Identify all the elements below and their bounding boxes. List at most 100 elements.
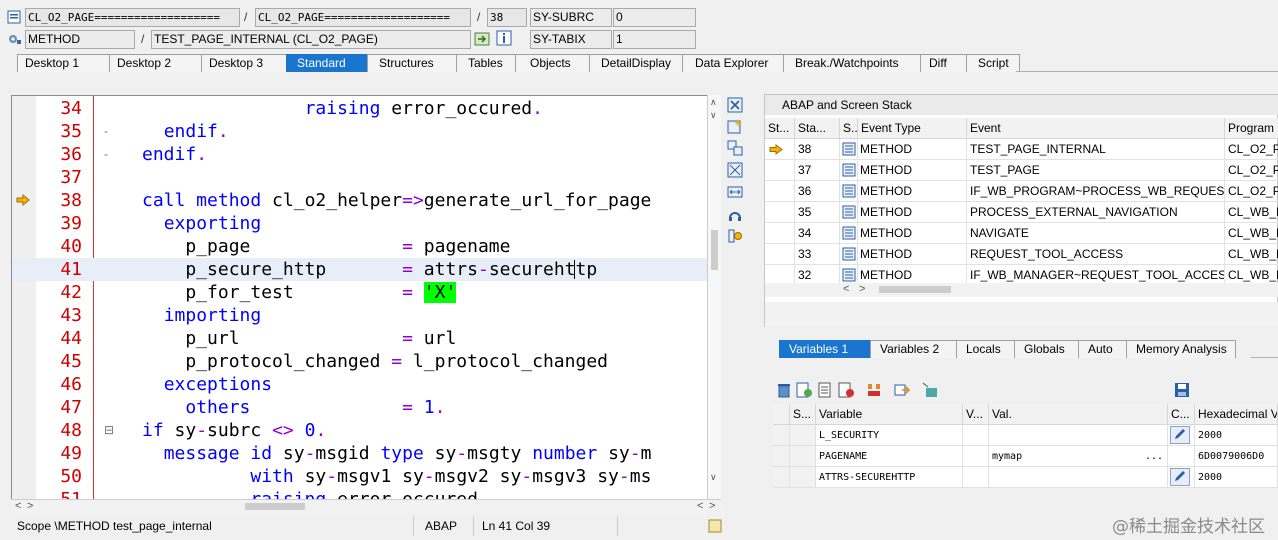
stack-program-cell[interactable]: CL_O2_PA: [1225, 160, 1278, 181]
scroll-right-icon[interactable]: >: [859, 283, 865, 295]
code-text[interactable]: endif.: [142, 120, 229, 143]
stack-program-cell[interactable]: CL_O2_PA: [1225, 181, 1278, 202]
stack-column-header[interactable]: Program: [1225, 118, 1278, 139]
variable-name-cell[interactable]: L_SECURITY: [816, 425, 963, 446]
fold-line-icon[interactable]: -: [104, 124, 108, 138]
code-line[interactable]: 48 if sy-subrc <> 0.: [12, 419, 712, 442]
variable-status-cell[interactable]: [790, 446, 816, 467]
code-text[interactable]: exporting: [142, 212, 262, 235]
variable-value-cell[interactable]: mymap...: [989, 446, 1168, 467]
scroll-left-icon[interactable]: <: [843, 283, 849, 295]
stack-event-cell[interactable]: NAVIGATE: [967, 223, 1225, 244]
variable-row-selector[interactable]: [773, 467, 790, 488]
tab-script[interactable]: Script: [966, 54, 1020, 72]
stack-column-header[interactable]: St...: [765, 118, 795, 139]
expand-icon[interactable]: [866, 382, 882, 398]
variable-name-cell[interactable]: ATTRS-SECUREHTTP: [816, 467, 963, 488]
code-text[interactable]: raising error_occured.: [142, 97, 543, 120]
fullscreen-tool-icon[interactable]: [727, 184, 743, 200]
swap-tool-icon[interactable]: [727, 140, 743, 156]
stack-row-marker[interactable]: [765, 139, 795, 160]
vertical-scroll-thumb[interactable]: [711, 230, 718, 270]
scroll-left-icon[interactable]: <: [15, 500, 21, 512]
change-value-cell[interactable]: [1168, 446, 1195, 467]
code-line[interactable]: 36 endif.: [12, 143, 712, 166]
scroll-right-icon[interactable]: >: [27, 500, 33, 512]
variable-value-cell[interactable]: [989, 425, 1168, 446]
stack-event-cell[interactable]: TEST_PAGE_INTERNAL: [967, 139, 1225, 160]
editor-horizontal-scrollbar[interactable]: < > < >: [11, 499, 721, 513]
code-text[interactable]: p_for_test = 'X': [142, 281, 457, 304]
variable-row-selector[interactable]: [773, 425, 790, 446]
variable-value-cell[interactable]: [989, 467, 1168, 488]
variable-hex-cell[interactable]: 6D0079006D0: [1195, 446, 1278, 467]
stack-event-type-cell[interactable]: METHOD: [842, 160, 967, 181]
tab-desktop-1[interactable]: Desktop 1: [17, 54, 110, 72]
variables-column-header[interactable]: Hexadecimal V: [1195, 404, 1278, 425]
new-tool-icon[interactable]: [727, 118, 743, 134]
stack-event-type-cell[interactable]: METHOD: [842, 181, 967, 202]
stack-row-marker[interactable]: [765, 202, 795, 223]
program-field[interactable]: CL_O2_PAGE===================: [25, 8, 240, 27]
code-text[interactable]: p_page = pagename: [142, 235, 510, 258]
code-line[interactable]: 42 p_for_test = 'X': [12, 281, 712, 304]
code-line[interactable]: 44 p_url = url: [12, 327, 712, 350]
tab-locals[interactable]: Locals: [956, 340, 1015, 358]
delete-icon[interactable]: [776, 382, 792, 398]
resize-icon[interactable]: [708, 519, 722, 533]
export-icon[interactable]: [894, 382, 910, 398]
stack-level-cell[interactable]: 37: [795, 160, 840, 181]
editor-vertical-scrollbar[interactable]: ∧ ∨ ∨: [707, 95, 721, 500]
code-line[interactable]: 46 exceptions: [12, 373, 712, 396]
code-text[interactable]: call method cl_o2_helper=>generate_url_f…: [142, 189, 651, 212]
save-icon[interactable]: [1174, 382, 1190, 398]
variable-status-cell[interactable]: [790, 425, 816, 446]
navigate-icon[interactable]: [474, 31, 490, 47]
stack-column-header[interactable]: S...: [840, 118, 858, 139]
code-text[interactable]: message id sy-msgid type sy-msgty number…: [142, 442, 652, 465]
fold-line-icon[interactable]: -: [104, 147, 108, 161]
code-text[interactable]: others = 1.: [142, 396, 445, 419]
stack-event-type-cell[interactable]: METHOD: [842, 244, 967, 265]
tab-desktop-3[interactable]: Desktop 3: [201, 54, 287, 72]
variable-hex-cell[interactable]: 2000: [1195, 467, 1278, 488]
code-line[interactable]: 34 raising error_occured.: [12, 97, 712, 120]
stack-row-marker[interactable]: [765, 244, 795, 265]
variables-column-header[interactable]: V...: [963, 404, 989, 425]
variable-name-cell[interactable]: PAGENAME: [816, 446, 963, 467]
stack-level-cell[interactable]: 36: [795, 181, 840, 202]
info-icon[interactable]: [496, 30, 512, 46]
variables-column-header[interactable]: [773, 404, 790, 425]
variable-row-selector[interactable]: [773, 446, 790, 467]
variable-type-cell[interactable]: [963, 467, 989, 488]
scroll-bottom-icon[interactable]: ∨: [710, 472, 717, 483]
code-line[interactable]: 38 call method cl_o2_helper=>generate_url…: [12, 189, 712, 212]
variables-column-header[interactable]: C...: [1168, 404, 1195, 425]
sysvar1-name-field[interactable]: SY-SUBRC: [530, 8, 612, 27]
horizontal-scroll-thumb[interactable]: [245, 503, 305, 510]
stack-row-marker[interactable]: [765, 181, 795, 202]
variables-column-header[interactable]: S...: [790, 404, 816, 425]
code-line[interactable]: 43 importing: [12, 304, 712, 327]
event-type-field[interactable]: METHOD: [25, 30, 135, 49]
sysvar2-value-field[interactable]: 1: [613, 30, 696, 49]
change-value-cell[interactable]: [1168, 425, 1195, 446]
code-text[interactable]: exceptions: [142, 373, 272, 396]
stack-column-header[interactable]: Sta...: [795, 118, 840, 139]
stack-level-cell[interactable]: 38: [795, 139, 840, 160]
code-line[interactable]: 45 p_protocol_changed = l_protocol_chang…: [12, 350, 712, 373]
settings-tool-icon[interactable]: [727, 228, 743, 244]
maximize-tool-icon[interactable]: [727, 162, 743, 178]
edit-pencil-icon[interactable]: [1170, 468, 1190, 486]
stack-level-cell[interactable]: 35: [795, 202, 840, 223]
stack-row-marker[interactable]: [765, 160, 795, 181]
stack-event-cell[interactable]: PROCESS_EXTERNAL_NAVIGATION: [967, 202, 1225, 223]
stack-horizontal-scrollbar[interactable]: < >: [765, 283, 1278, 297]
code-text[interactable]: endif.: [142, 143, 207, 166]
stack-event-type-cell[interactable]: METHOD: [842, 223, 967, 244]
include-field[interactable]: CL_O2_PAGE===================: [255, 8, 471, 27]
code-line[interactable]: 40 p_page = pagename: [12, 235, 712, 258]
tab-breakpoints[interactable]: Break./Watchpoints: [783, 54, 921, 72]
stack-event-cell[interactable]: REQUEST_TOOL_ACCESS: [967, 244, 1225, 265]
value-more-indicator[interactable]: ...: [1145, 446, 1163, 466]
